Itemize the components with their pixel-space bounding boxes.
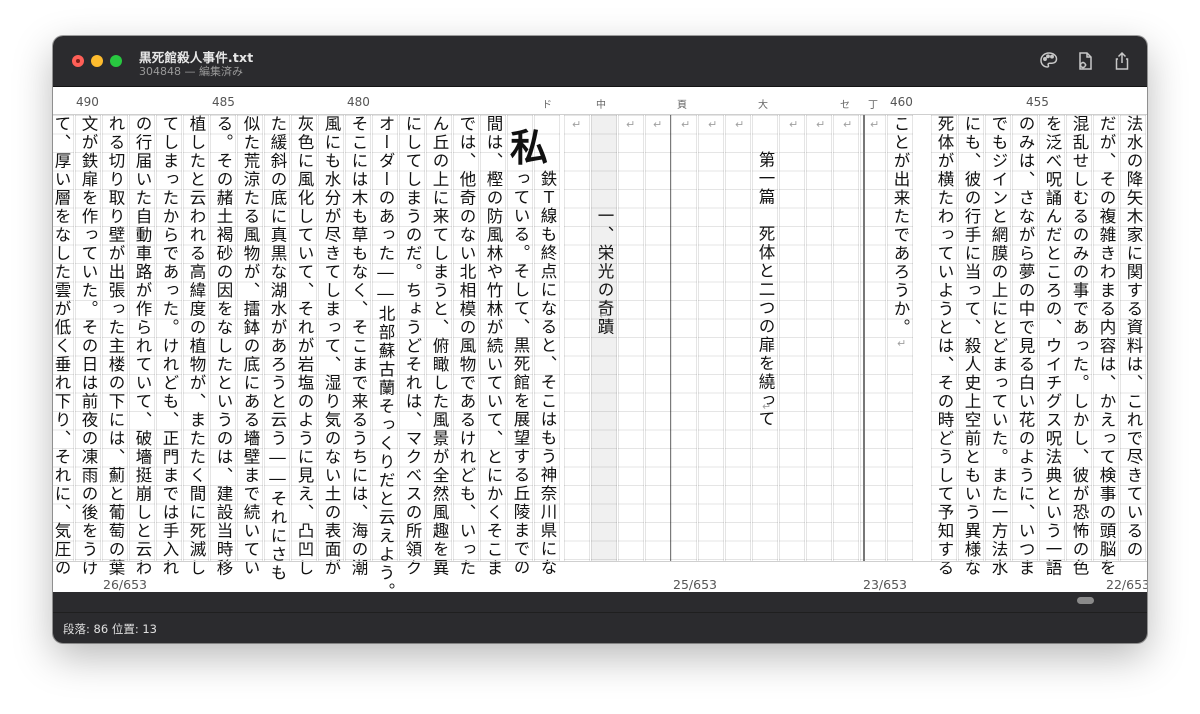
text-column: てしまったからであった。けれども、正門までは手入れ [156, 115, 182, 578]
return-mark: ↵ [762, 400, 772, 413]
ruler-number: 490 [76, 95, 99, 109]
editor-window: 黒死館殺人事件.txt 304848 — 編集済み 490 485 480 46… [53, 36, 1147, 643]
text-column: にしてしまうのだ。ちょうどそれは、マクベスの所領ク [399, 115, 425, 578]
text-column: 灰色に風化していて、それが岩塩のように見え、凸凹し [291, 115, 317, 578]
empty-column [645, 115, 671, 561]
text-column: 死体が横たわっていようとは、その時どうして予知する [931, 115, 957, 578]
text-column: のみは、さながら夢の中で見る白い花のように、いつま [1012, 115, 1038, 578]
text-column: 似た荒涼たる風物が、擂鉢の底にある墻壁まで続いてい [237, 115, 263, 578]
page-number: 23/653 [863, 577, 907, 592]
return-mark: ↵ [681, 118, 691, 131]
text-column: 鉄Ｔ線も終点になると、そこはもう神奈川県にな [534, 115, 560, 577]
return-mark: ↵ [572, 118, 582, 131]
horizontal-scroll-area[interactable] [53, 592, 1147, 612]
minimize-window-button[interactable] [91, 55, 103, 67]
empty-column [725, 115, 751, 561]
section-heading-column: 一、栄光の奇蹟 [591, 115, 617, 561]
share-icon[interactable] [1111, 50, 1133, 72]
text-column: オーダーのあった――北部蘇古蘭そっくりだと云えよう。 [372, 115, 398, 592]
return-mark: ↵ [599, 309, 609, 322]
return-mark: ↵ [653, 118, 663, 131]
text-column: でもジインと網膜の上にとどまっていた。また一方法水 [985, 115, 1011, 578]
empty-column [564, 115, 590, 561]
ruler-number: 485 [212, 95, 235, 109]
document-subtitle: 304848 — 編集済み [139, 65, 243, 78]
ruler-mark: 大 [758, 100, 768, 111]
ruler-mark: 丁 [868, 100, 878, 111]
return-mark: ↵ [626, 118, 636, 131]
empty-column [671, 115, 697, 561]
text-column: 文が鉄扉を作っていた。その日は前夜の凍雨の後をうけ [75, 115, 101, 578]
return-mark: ↵ [789, 118, 799, 131]
return-mark: ↵ [816, 118, 826, 131]
ruler-number: 455 [1026, 95, 1049, 109]
bottom-ruler-line [53, 561, 1147, 562]
ruler-mark: 頁 [677, 100, 687, 111]
title-bar: 黒死館殺人事件.txt 304848 — 編集済み [53, 36, 1147, 87]
return-mark: ↵ [735, 118, 745, 131]
zoom-window-button[interactable] [110, 55, 122, 67]
empty-column [806, 115, 832, 561]
heading-column: 第一篇 死体と二つの扉を繞って [752, 115, 778, 561]
text-column: る。その赭土褐砂の因をなしたというのは、建設当時移 [210, 115, 236, 578]
page-separator [863, 115, 865, 561]
palette-icon[interactable] [1038, 50, 1060, 72]
document-settings-icon[interactable] [1074, 50, 1096, 72]
ruler-mark: 中 [596, 100, 606, 111]
text-column: の行届いた自動車路が作られていて、破墻挺崩しと云わ [129, 115, 155, 578]
empty-column [698, 115, 724, 561]
text-column: 間は、樫の防風林や竹林が続いていて、とにかくそこま [480, 115, 506, 578]
text-column: て、厚い層をなした雲が低く垂れ下り、それに、気圧の [53, 115, 74, 578]
status-text: 段落: 86 位置: 13 [63, 622, 157, 636]
text-column: そこには木も草もなく、そこまで来るうちには、海の潮 [345, 115, 371, 578]
empty-column [618, 115, 644, 561]
text-column: では、他奇のない北相模の風物であるけれども、いった [453, 115, 479, 578]
return-mark: ↵ [843, 118, 853, 131]
page-number: 22/653 [1106, 577, 1147, 592]
close-window-button[interactable] [72, 55, 84, 67]
empty-column [833, 115, 859, 561]
status-bar: 段落: 86 位置: 13 [53, 612, 1147, 643]
chapter-heading: 第一篇 死体と二つの扉を繞って [756, 151, 775, 429]
return-mark: ↵ [897, 337, 907, 350]
text-column: を泛べ呪誦んだところの、ウイチグス呪法典という一語 [1039, 115, 1065, 578]
return-mark: ↵ [870, 118, 880, 131]
ruler-number: 460 [890, 95, 913, 109]
text-column: れる切り取り壁が出張った主楼の下には、薊と葡萄の葉 [102, 115, 128, 578]
ruler-mark: ド [542, 100, 552, 111]
page-number: 25/653 [673, 577, 717, 592]
text-column: 混乱せしむるのみの事であった。しかし、彼が恐怖の色 [1066, 115, 1092, 578]
text-column: 法水の降矢木家に関する資料は、これで尽きているの [1120, 115, 1146, 561]
empty-column [779, 115, 805, 561]
text-column: ん丘の上に来てしまうと、俯瞰した風景が全然風趣を異 [426, 115, 452, 578]
horizontal-scrollbar-thumb[interactable] [1077, 597, 1094, 604]
text-column: っている。そして、黒死館を展望する丘陵までの [507, 115, 533, 577]
page-number: 26/653 [103, 577, 147, 592]
ruler-mark: セ [840, 100, 850, 111]
text-column: だが、その複雑きわまる内容は、かえって検事の頭脳を [1093, 115, 1119, 578]
ruler-number: 480 [347, 95, 370, 109]
vertical-text-editor[interactable]: 490 485 480 460 455 ド 中 頁 大 セ 丁 法水の降矢木家に… [53, 87, 1147, 592]
text-column: にも、彼の行手に当って、殺人史上空前ともいう異様な [958, 115, 984, 578]
text-column: 植したと云われる高緯度の植物が、またたく間に死滅し [183, 115, 209, 578]
text-column: た緩斜の底に真黒な湖水があろうと云う――それにさも [264, 115, 290, 583]
return-mark: ↵ [708, 118, 718, 131]
text-column: 風にも水分が尽きてしまって、湿り気のない土の表面が [318, 115, 344, 578]
